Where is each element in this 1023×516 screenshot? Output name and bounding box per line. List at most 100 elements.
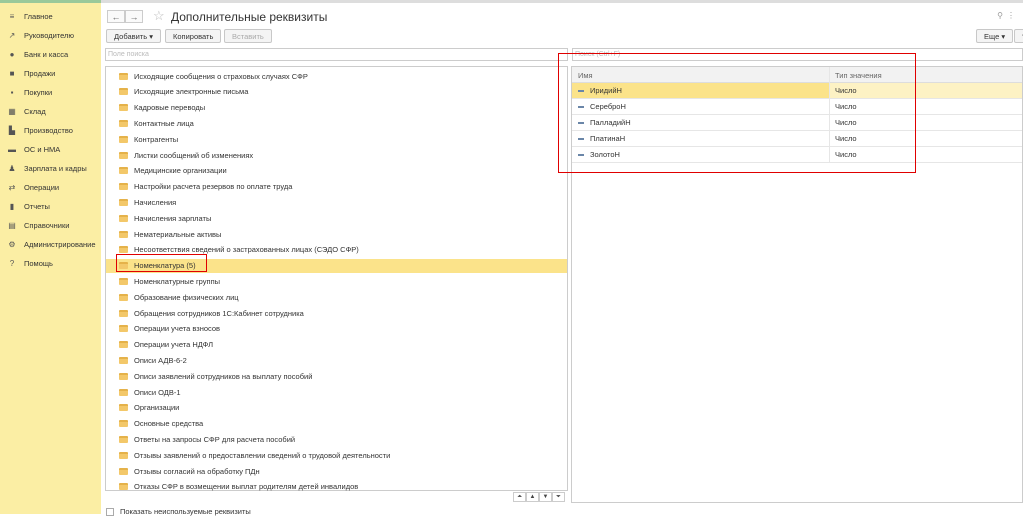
list-item-label: Основные средства bbox=[134, 419, 204, 429]
folder-icon bbox=[119, 388, 128, 396]
list-item[interactable]: Основные средства bbox=[119, 417, 203, 431]
down-button[interactable]: ▼ bbox=[539, 492, 552, 502]
sidebar-item-label: Продажи bbox=[24, 68, 56, 78]
list-item[interactable]: Отзывы согласий на обработку ПДн bbox=[119, 464, 260, 478]
list-item[interactable]: Номенклатурные группы bbox=[119, 274, 220, 288]
show-unused-checkbox[interactable]: Показать неиспользуемые реквизиты bbox=[106, 507, 251, 516]
warehouse-icon: ▦ bbox=[8, 106, 16, 116]
sidebar-item-label: Операции bbox=[24, 182, 60, 192]
sidebar-item-label: Администрирование bbox=[24, 239, 96, 249]
list-item[interactable]: Начисления зарплаты bbox=[119, 211, 211, 225]
folder-icon bbox=[119, 341, 128, 349]
folder-icon bbox=[119, 230, 128, 238]
add-button[interactable]: Добавить ▾ bbox=[106, 29, 161, 43]
bag-icon: ■ bbox=[9, 68, 15, 78]
show-unused-label: Показать неиспользуемые реквизиты bbox=[120, 507, 251, 516]
up-button[interactable]: ▲ bbox=[526, 492, 539, 502]
link-icon[interactable]: ⚲ bbox=[997, 11, 1003, 20]
list-item-label: Настройки расчета резервов по оплате тру… bbox=[134, 182, 293, 192]
sidebar-item[interactable]: ▬ ОС и НМА bbox=[8, 142, 60, 156]
folder-icon bbox=[119, 356, 128, 364]
sidebar-item[interactable]: ■ Продажи bbox=[8, 66, 56, 80]
sidebar-item[interactable]: ▪ Покупки bbox=[8, 85, 53, 99]
help-button[interactable]: ? bbox=[1014, 29, 1023, 43]
operations-icon: ⇄ bbox=[8, 182, 16, 192]
list-item[interactable]: Образование физических лиц bbox=[119, 290, 239, 304]
list-item-label: Несоответствия сведений о застрахованных… bbox=[134, 245, 359, 255]
list-item-label: Кадровые переводы bbox=[134, 103, 206, 113]
list-item[interactable]: Описи ОДВ-1 bbox=[119, 385, 181, 399]
list-item-label: Медицинские организации bbox=[134, 166, 227, 176]
list-item-label: Ответы на запросы СФР для расчета пособи… bbox=[134, 434, 296, 444]
favorite-star-icon[interactable]: ☆ bbox=[153, 8, 165, 24]
folder-icon bbox=[119, 151, 128, 159]
sidebar-item[interactable]: ⚙ Администрирование bbox=[8, 237, 96, 251]
more-button[interactable]: Еще ▾ bbox=[976, 29, 1014, 43]
sidebar-item[interactable]: ▤ Справочники bbox=[8, 218, 69, 232]
list-item-label: Описи ОДВ-1 bbox=[134, 387, 181, 397]
sidebar-item[interactable]: ▮ Отчеты bbox=[8, 199, 50, 213]
first-button[interactable]: ⏶ bbox=[513, 492, 526, 502]
list-item[interactable]: Начисления bbox=[119, 195, 176, 209]
list-item[interactable]: Обращения сотрудников 1С:Кабинет сотрудн… bbox=[119, 306, 304, 320]
sidebar-item[interactable]: ▙ Производство bbox=[8, 123, 73, 137]
list-item[interactable]: Исходящие электронные письма bbox=[119, 85, 248, 99]
list-item[interactable]: Контрагенты bbox=[119, 132, 178, 146]
list-item-label: Организации bbox=[134, 403, 180, 413]
left-search-input[interactable]: Поле поиска bbox=[105, 48, 568, 61]
sidebar-item[interactable]: ● Банк и касса bbox=[8, 47, 69, 61]
main-panel: ← → ☆ Дополнительные реквизиты ⚲ ⋮ Добав… bbox=[101, 0, 1023, 516]
list-item-label: Исходящие сообщения о страховых случаях … bbox=[134, 71, 308, 81]
list-item[interactable]: Нематериальные активы bbox=[119, 227, 221, 241]
list-item[interactable]: Ответы на запросы СФР для расчета пособи… bbox=[119, 432, 295, 446]
list-item[interactable]: Описи АДВ-6-2 bbox=[119, 353, 187, 367]
list-item-label: Операции учета взносов bbox=[134, 324, 220, 334]
forward-button[interactable]: → bbox=[125, 10, 143, 23]
folder-icon bbox=[119, 293, 128, 301]
list-item[interactable]: Описи заявлений сотрудников на выплату п… bbox=[119, 369, 312, 383]
last-button[interactable]: ⏷ bbox=[552, 492, 565, 502]
list-item[interactable]: Исходящие сообщения о страховых случаях … bbox=[119, 69, 308, 83]
sidebar-item-label: Справочники bbox=[24, 220, 70, 230]
folder-icon bbox=[119, 119, 128, 127]
gear-icon: ⚙ bbox=[8, 239, 16, 249]
list-item[interactable]: Медицинские организации bbox=[119, 164, 227, 178]
list-item[interactable]: Листки сообщений об изменениях bbox=[119, 148, 253, 162]
list-item[interactable]: Операции учета НДФЛ bbox=[119, 338, 213, 352]
sidebar-item[interactable]: ? Помощь bbox=[8, 256, 53, 270]
list-item[interactable]: Операции учета взносов bbox=[119, 322, 220, 336]
checkbox-box[interactable] bbox=[106, 507, 114, 516]
list-item[interactable]: Настройки расчета резервов по оплате тру… bbox=[119, 180, 292, 194]
list-item[interactable]: Отказы СФР в возмещении выплат родителям… bbox=[119, 480, 358, 494]
paste-button[interactable]: Вставить bbox=[224, 29, 272, 43]
folder-icon bbox=[119, 467, 128, 475]
folder-icon bbox=[119, 167, 128, 175]
list-item[interactable]: Отзывы заявлений о предоставлении сведен… bbox=[119, 448, 390, 462]
folder-icon bbox=[119, 246, 128, 254]
back-button[interactable]: ← bbox=[107, 10, 125, 23]
copy-button[interactable]: Копировать bbox=[165, 29, 222, 43]
folder-icon bbox=[119, 372, 128, 380]
highlight-box-attributes bbox=[558, 53, 916, 173]
sidebar-item-label: ОС и НМА bbox=[24, 144, 61, 154]
sidebar-item[interactable]: ♟ Зарплата и кадры bbox=[8, 161, 86, 175]
sidebar-item[interactable]: ▦ Склад bbox=[8, 104, 46, 118]
list-item[interactable]: Организации bbox=[119, 401, 179, 415]
sidebar-item-label: Покупки bbox=[24, 87, 53, 97]
list-item[interactable]: Кадровые переводы bbox=[119, 101, 205, 115]
menu-icon: ≡ bbox=[9, 11, 15, 21]
sidebar-item[interactable]: ⇄ Операции bbox=[8, 180, 59, 194]
list-item-label: Начисления bbox=[134, 197, 177, 207]
folder-icon bbox=[119, 104, 128, 112]
sidebar-item-label: Руководителю bbox=[24, 30, 75, 40]
list-item-label: Обращения сотрудников 1С:Кабинет сотрудн… bbox=[134, 308, 304, 318]
folder-icon bbox=[119, 325, 128, 333]
sidebar-item[interactable]: ≡ Главное bbox=[8, 9, 53, 23]
folder-icon bbox=[119, 183, 128, 191]
sidebar-item-label: Производство bbox=[24, 125, 73, 135]
more-icon[interactable]: ⋮ bbox=[1007, 11, 1015, 20]
list-item-label: Листки сообщений об изменениях bbox=[134, 150, 254, 160]
list-item[interactable]: Контактные лица bbox=[119, 116, 194, 130]
folder-icon bbox=[119, 404, 128, 412]
sidebar-item[interactable]: ↗ Руководителю bbox=[8, 28, 74, 42]
